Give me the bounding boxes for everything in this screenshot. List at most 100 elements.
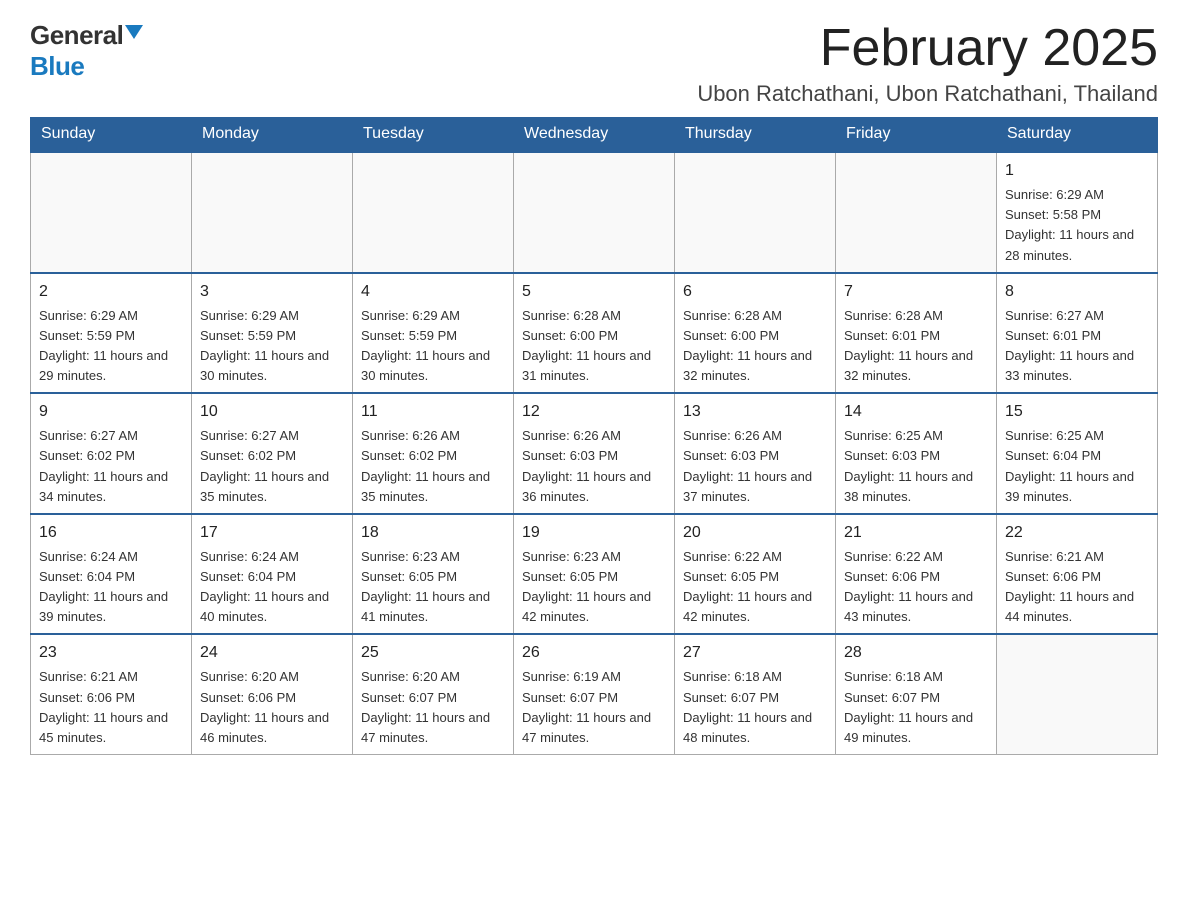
day-info: Sunrise: 6:25 AM Sunset: 6:04 PM Dayligh… bbox=[1005, 428, 1134, 503]
day-info: Sunrise: 6:18 AM Sunset: 6:07 PM Dayligh… bbox=[844, 669, 973, 744]
day-number: 25 bbox=[361, 641, 505, 665]
calendar-cell bbox=[31, 152, 192, 273]
weekday-header-sunday: Sunday bbox=[31, 117, 192, 152]
day-info: Sunrise: 6:23 AM Sunset: 6:05 PM Dayligh… bbox=[361, 549, 490, 624]
calendar-cell: 10 Sunrise: 6:27 AM Sunset: 6:02 PM Dayli… bbox=[192, 393, 353, 514]
day-number: 8 bbox=[1005, 280, 1149, 304]
calendar-week-row: 9 Sunrise: 6:27 AM Sunset: 6:02 PM Daylig… bbox=[31, 393, 1158, 514]
calendar-cell: 28 Sunrise: 6:18 AM Sunset: 6:07 PM Dayli… bbox=[836, 634, 997, 754]
day-number: 23 bbox=[39, 641, 183, 665]
logo-general: General bbox=[30, 20, 123, 51]
weekday-header-monday: Monday bbox=[192, 117, 353, 152]
day-info: Sunrise: 6:23 AM Sunset: 6:05 PM Dayligh… bbox=[522, 549, 651, 624]
calendar-header-row: SundayMondayTuesdayWednesdayThursdayFrid… bbox=[31, 117, 1158, 152]
calendar-cell: 5 Sunrise: 6:28 AM Sunset: 6:00 PM Daylig… bbox=[514, 273, 675, 394]
weekday-header-friday: Friday bbox=[836, 117, 997, 152]
day-number: 24 bbox=[200, 641, 344, 665]
calendar-week-row: 23 Sunrise: 6:21 AM Sunset: 6:06 PM Dayli… bbox=[31, 634, 1158, 754]
day-number: 5 bbox=[522, 280, 666, 304]
day-info: Sunrise: 6:24 AM Sunset: 6:04 PM Dayligh… bbox=[39, 549, 168, 624]
day-info: Sunrise: 6:27 AM Sunset: 6:02 PM Dayligh… bbox=[200, 428, 329, 503]
page-header: General Blue February 2025 Ubon Ratchath… bbox=[30, 20, 1158, 107]
day-number: 9 bbox=[39, 400, 183, 424]
day-number: 16 bbox=[39, 521, 183, 545]
day-number: 3 bbox=[200, 280, 344, 304]
day-info: Sunrise: 6:21 AM Sunset: 6:06 PM Dayligh… bbox=[1005, 549, 1134, 624]
day-info: Sunrise: 6:20 AM Sunset: 6:07 PM Dayligh… bbox=[361, 669, 490, 744]
calendar-cell bbox=[997, 634, 1158, 754]
calendar-cell: 27 Sunrise: 6:18 AM Sunset: 6:07 PM Dayli… bbox=[675, 634, 836, 754]
location-title: Ubon Ratchathani, Ubon Ratchathani, Thai… bbox=[697, 81, 1158, 107]
day-info: Sunrise: 6:29 AM Sunset: 5:59 PM Dayligh… bbox=[361, 308, 490, 383]
calendar-cell: 13 Sunrise: 6:26 AM Sunset: 6:03 PM Dayli… bbox=[675, 393, 836, 514]
calendar-cell: 22Sunrise: 6:21 AM Sunset: 6:06 PM Dayli… bbox=[997, 514, 1158, 635]
day-number: 4 bbox=[361, 280, 505, 304]
calendar-week-row: 2 Sunrise: 6:29 AM Sunset: 5:59 PM Daylig… bbox=[31, 273, 1158, 394]
calendar-week-row: 1 Sunrise: 6:29 AM Sunset: 5:58 PM Daylig… bbox=[31, 152, 1158, 273]
calendar-table: SundayMondayTuesdayWednesdayThursdayFrid… bbox=[30, 117, 1158, 755]
day-info: Sunrise: 6:28 AM Sunset: 6:00 PM Dayligh… bbox=[683, 308, 812, 383]
day-number: 2 bbox=[39, 280, 183, 304]
day-number: 12 bbox=[522, 400, 666, 424]
day-info: Sunrise: 6:26 AM Sunset: 6:03 PM Dayligh… bbox=[683, 428, 812, 503]
calendar-cell: 9 Sunrise: 6:27 AM Sunset: 6:02 PM Daylig… bbox=[31, 393, 192, 514]
weekday-header-saturday: Saturday bbox=[997, 117, 1158, 152]
title-section: February 2025 Ubon Ratchathani, Ubon Rat… bbox=[697, 20, 1158, 107]
calendar-cell bbox=[836, 152, 997, 273]
calendar-week-row: 16 Sunrise: 6:24 AM Sunset: 6:04 PM Dayli… bbox=[31, 514, 1158, 635]
logo-triangle-icon bbox=[125, 25, 143, 39]
calendar-cell: 19 Sunrise: 6:23 AM Sunset: 6:05 PM Dayli… bbox=[514, 514, 675, 635]
day-number: 17 bbox=[200, 521, 344, 545]
day-info: Sunrise: 6:22 AM Sunset: 6:06 PM Dayligh… bbox=[844, 549, 973, 624]
day-number: 1 bbox=[1005, 159, 1149, 183]
calendar-cell bbox=[353, 152, 514, 273]
calendar-cell: 24Sunrise: 6:20 AM Sunset: 6:06 PM Dayli… bbox=[192, 634, 353, 754]
calendar-cell bbox=[675, 152, 836, 273]
weekday-header-tuesday: Tuesday bbox=[353, 117, 514, 152]
day-info: Sunrise: 6:21 AM Sunset: 6:06 PM Dayligh… bbox=[39, 669, 168, 744]
calendar-cell: 21 Sunrise: 6:22 AM Sunset: 6:06 PM Dayli… bbox=[836, 514, 997, 635]
day-info: Sunrise: 6:27 AM Sunset: 6:02 PM Dayligh… bbox=[39, 428, 168, 503]
logo-blue: Blue bbox=[30, 51, 84, 82]
calendar-cell: 18Sunrise: 6:23 AM Sunset: 6:05 PM Dayli… bbox=[353, 514, 514, 635]
day-number: 26 bbox=[522, 641, 666, 665]
calendar-cell: 11Sunrise: 6:26 AM Sunset: 6:02 PM Dayli… bbox=[353, 393, 514, 514]
day-info: Sunrise: 6:26 AM Sunset: 6:03 PM Dayligh… bbox=[522, 428, 651, 503]
day-info: Sunrise: 6:19 AM Sunset: 6:07 PM Dayligh… bbox=[522, 669, 651, 744]
calendar-cell: 6Sunrise: 6:28 AM Sunset: 6:00 PM Daylig… bbox=[675, 273, 836, 394]
calendar-cell: 23 Sunrise: 6:21 AM Sunset: 6:06 PM Dayli… bbox=[31, 634, 192, 754]
calendar-cell: 15 Sunrise: 6:25 AM Sunset: 6:04 PM Dayli… bbox=[997, 393, 1158, 514]
day-number: 13 bbox=[683, 400, 827, 424]
logo: General Blue bbox=[30, 20, 143, 82]
day-number: 15 bbox=[1005, 400, 1149, 424]
day-number: 19 bbox=[522, 521, 666, 545]
calendar-cell: 25 Sunrise: 6:20 AM Sunset: 6:07 PM Dayli… bbox=[353, 634, 514, 754]
calendar-cell bbox=[514, 152, 675, 273]
day-number: 28 bbox=[844, 641, 988, 665]
day-number: 10 bbox=[200, 400, 344, 424]
day-info: Sunrise: 6:28 AM Sunset: 6:00 PM Dayligh… bbox=[522, 308, 651, 383]
day-info: Sunrise: 6:29 AM Sunset: 5:58 PM Dayligh… bbox=[1005, 187, 1134, 262]
calendar-cell: 16 Sunrise: 6:24 AM Sunset: 6:04 PM Dayli… bbox=[31, 514, 192, 635]
calendar-cell: 3Sunrise: 6:29 AM Sunset: 5:59 PM Daylig… bbox=[192, 273, 353, 394]
calendar-cell: 8 Sunrise: 6:27 AM Sunset: 6:01 PM Daylig… bbox=[997, 273, 1158, 394]
day-info: Sunrise: 6:24 AM Sunset: 6:04 PM Dayligh… bbox=[200, 549, 329, 624]
day-number: 11 bbox=[361, 400, 505, 424]
calendar-cell: 4 Sunrise: 6:29 AM Sunset: 5:59 PM Daylig… bbox=[353, 273, 514, 394]
weekday-header-thursday: Thursday bbox=[675, 117, 836, 152]
day-number: 27 bbox=[683, 641, 827, 665]
day-info: Sunrise: 6:18 AM Sunset: 6:07 PM Dayligh… bbox=[683, 669, 812, 744]
calendar-cell: 20Sunrise: 6:22 AM Sunset: 6:05 PM Dayli… bbox=[675, 514, 836, 635]
day-info: Sunrise: 6:29 AM Sunset: 5:59 PM Dayligh… bbox=[39, 308, 168, 383]
day-number: 21 bbox=[844, 521, 988, 545]
day-number: 14 bbox=[844, 400, 988, 424]
day-info: Sunrise: 6:25 AM Sunset: 6:03 PM Dayligh… bbox=[844, 428, 973, 503]
calendar-cell: 12 Sunrise: 6:26 AM Sunset: 6:03 PM Dayli… bbox=[514, 393, 675, 514]
calendar-cell: 1 Sunrise: 6:29 AM Sunset: 5:58 PM Daylig… bbox=[997, 152, 1158, 273]
calendar-cell bbox=[192, 152, 353, 273]
day-info: Sunrise: 6:28 AM Sunset: 6:01 PM Dayligh… bbox=[844, 308, 973, 383]
calendar-cell: 7Sunrise: 6:28 AM Sunset: 6:01 PM Daylig… bbox=[836, 273, 997, 394]
weekday-header-wednesday: Wednesday bbox=[514, 117, 675, 152]
day-info: Sunrise: 6:27 AM Sunset: 6:01 PM Dayligh… bbox=[1005, 308, 1134, 383]
calendar-cell: 26 Sunrise: 6:19 AM Sunset: 6:07 PM Dayli… bbox=[514, 634, 675, 754]
